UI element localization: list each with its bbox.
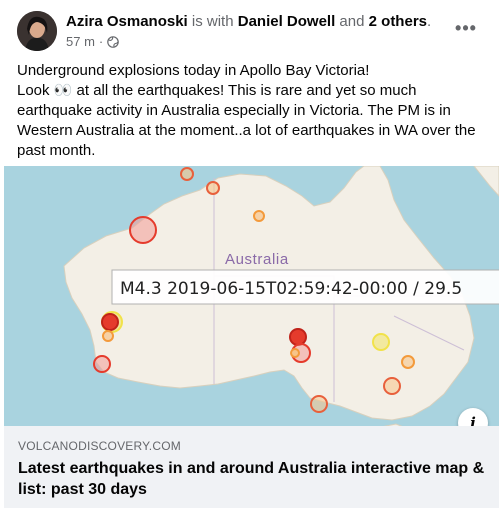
map-country-label: Australia <box>225 251 289 268</box>
quake-marker <box>289 328 307 346</box>
quake-marker <box>290 348 300 358</box>
quake-marker <box>372 333 390 351</box>
author-line: Azira Osmanoski is with Daniel Dowell an… <box>66 12 431 31</box>
quake-marker <box>253 210 265 222</box>
post-text-line: Underground explosions today in Apollo B… <box>17 62 370 79</box>
post-header: Azira Osmanoski is with Daniel Dowell an… <box>0 0 499 58</box>
period-text: . <box>427 13 432 30</box>
post-text-line: Look 👀 at all the earthquakes! This is r… <box>17 82 476 159</box>
quake-marker <box>383 377 401 395</box>
quake-marker <box>310 395 328 413</box>
and-text: and <box>335 13 369 30</box>
post-timestamp[interactable]: 57 m <box>66 34 95 50</box>
globe-icon[interactable] <box>107 36 120 48</box>
quake-marker <box>101 313 119 331</box>
quake-marker <box>401 355 415 369</box>
tagged-person[interactable]: Daniel Dowell <box>238 13 336 30</box>
author-avatar[interactable] <box>17 11 57 51</box>
quake-marker <box>93 355 111 373</box>
more-options-button[interactable]: ••• <box>448 14 484 42</box>
meta-separator: · <box>98 34 104 49</box>
quake-marker <box>102 330 114 342</box>
more-options-icon: ••• <box>455 18 477 38</box>
author-name[interactable]: Azira Osmanoski <box>66 13 188 30</box>
post-text: Underground explosions today in Apollo B… <box>17 61 487 161</box>
quake-marker <box>180 167 194 181</box>
map-tooltip-text: M4.3 2019-06-15T02:59:42-00:00 / 29.5 <box>120 279 462 299</box>
quake-marker <box>129 216 157 244</box>
link-preview[interactable]: VOLCANODISCOVERY.COM Latest earthquakes … <box>4 426 499 508</box>
earthquake-map[interactable]: Australia M4.3 2019-06-15T02:59:42-00:00… <box>4 166 499 426</box>
quake-marker <box>206 181 220 195</box>
with-text: is with <box>187 13 238 30</box>
post-meta: 57 m · <box>66 34 120 50</box>
link-domain: VOLCANODISCOVERY.COM <box>18 439 181 453</box>
tagged-others[interactable]: 2 others <box>369 13 427 30</box>
link-title[interactable]: Latest earthquakes in and around Austral… <box>18 458 488 500</box>
